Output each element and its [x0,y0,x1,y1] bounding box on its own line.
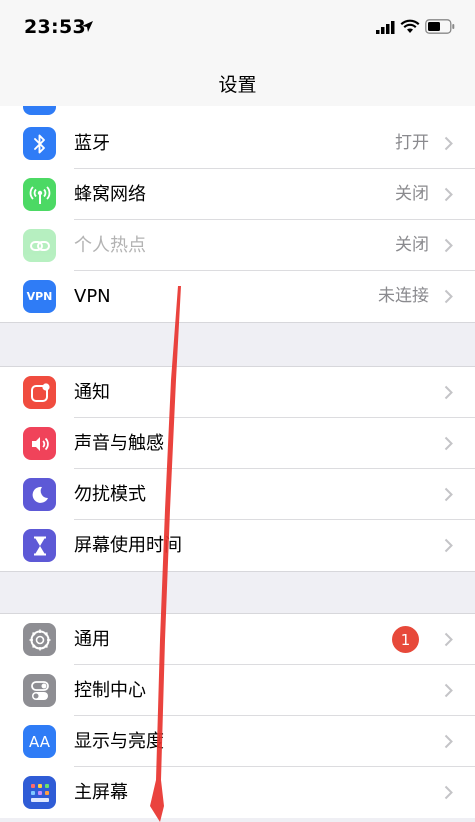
status-time: 23:53 [24,16,86,38]
chevron-right-icon [444,538,453,553]
antenna-icon [23,178,56,211]
bluetooth-icon [23,127,56,160]
page-title: 设置 [218,74,257,96]
notifications-icon [23,376,56,409]
chevron-right-icon [444,289,453,304]
settings-row-notifications[interactable]: 通知 [0,367,475,418]
settings-row-cellular[interactable]: 蜂窝网络 关闭 [0,169,475,220]
row-label: 蓝牙 [74,133,110,154]
settings-row-screen-time[interactable]: 屏幕使用时间 [0,520,475,571]
settings-row-general[interactable]: 通用 1 [0,614,475,665]
home-screen-icon [23,776,56,809]
chevron-right-icon [444,785,453,800]
settings-row-home-screen[interactable]: 主屏幕 [0,767,475,818]
chevron-right-icon [444,632,453,647]
moon-icon [23,478,56,511]
settings-group-notifications: 通知 声音与触感 勿扰模式 屏幕使用时间 [0,366,475,572]
row-label: 声音与触感 [74,433,164,454]
chevron-right-icon [444,187,453,202]
settings-row-bluetooth[interactable]: 蓝牙 打开 [0,118,475,169]
row-label: 控制中心 [74,680,146,701]
row-value: 关闭 [395,184,429,204]
settings-group-general: 通用 1 控制中心 AA 显示与亮度 主屏幕 [0,613,475,818]
settings-row-sounds[interactable]: 声音与触感 [0,418,475,469]
row-label: 个人热点 [74,235,146,256]
chevron-right-icon [444,136,453,151]
row-value: 打开 [395,133,429,153]
row-label: 勿扰模式 [74,484,146,505]
settings-row-display-brightness[interactable]: AA 显示与亮度 [0,716,475,767]
row-label: VPN [74,286,111,307]
vpn-icon-text: VPN [26,290,53,303]
display-icon: AA [23,725,56,758]
chevron-right-icon [444,734,453,749]
hotspot-icon [23,229,56,262]
chevron-right-icon [444,683,453,698]
speaker-icon [23,427,56,460]
partial-row-top [0,106,475,118]
chevron-right-icon [444,385,453,400]
row-value: 未连接 [378,286,429,306]
chevron-right-icon [444,238,453,253]
notification-badge: 1 [392,626,419,653]
settings-group-connectivity: 蓝牙 打开 蜂窝网络 关闭 个人热点 关闭 VPN VPN 未连接 [0,118,475,323]
chevron-right-icon [444,436,453,451]
chevron-right-icon [444,487,453,502]
status-bar: 23:53 [0,0,475,58]
settings-row-do-not-disturb[interactable]: 勿扰模式 [0,469,475,520]
display-icon-text: AA [29,732,50,751]
row-label: 主屏幕 [74,782,128,803]
row-label: 蜂窝网络 [74,184,146,205]
hourglass-icon [23,529,56,562]
settings-row-vpn[interactable]: VPN VPN 未连接 [0,271,475,322]
row-label: 通用 [74,629,110,650]
row-label: 屏幕使用时间 [74,535,182,556]
settings-row-personal-hotspot[interactable]: 个人热点 关闭 [0,220,475,271]
settings-row-control-center[interactable]: 控制中心 [0,665,475,716]
row-label: 显示与亮度 [74,731,164,752]
cellular-signal-icon [376,21,395,34]
vpn-icon: VPN [23,280,56,313]
partial-icon [23,106,56,115]
navigation-bar: 设置 [0,58,475,107]
location-arrow-icon [82,21,93,32]
toggles-icon [23,674,56,707]
gear-icon [23,623,56,656]
row-label: 通知 [74,382,110,403]
row-value: 关闭 [395,235,429,255]
battery-icon [425,19,455,34]
wifi-icon [400,19,420,33]
